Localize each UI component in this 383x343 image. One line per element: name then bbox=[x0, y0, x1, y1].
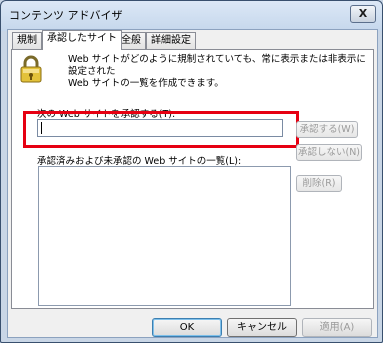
description-line-2: Web サイトの一覧を作成できます。 bbox=[68, 78, 224, 89]
red-highlight-box bbox=[23, 111, 299, 148]
title-bar[interactable]: コンテンツ アドバイザ X bbox=[1, 1, 382, 27]
delete-button[interactable]: 削除(R) bbox=[296, 175, 342, 192]
approved-sites-panel: Web サイトがどのように規制されていても、常に表示または非表示に設定された W… bbox=[11, 49, 374, 309]
tab-advanced[interactable]: 詳細設定 bbox=[146, 32, 196, 49]
ok-button[interactable]: OK bbox=[152, 318, 222, 337]
apply-button[interactable]: 適用(A) bbox=[302, 318, 372, 337]
dialog-client: 規制 承認したサイト 全般 詳細設定 Web サイトがどのように規制されていても… bbox=[7, 29, 378, 338]
window-title: コンテンツ アドバイザ bbox=[9, 9, 123, 22]
site-list-label: 承認済みおよび未承認の Web サイトの一覧(L): bbox=[37, 156, 242, 167]
approve-button[interactable]: 承認する(W) bbox=[296, 121, 358, 138]
content-advisor-window: コンテンツ アドバイザ X 規制 承認したサイト 全般 詳細設定 Web サイト… bbox=[0, 0, 383, 343]
lock-icon bbox=[20, 55, 42, 83]
disapprove-button[interactable]: 承認しない(N) bbox=[296, 144, 362, 161]
description-line-1: Web サイトがどのように規制されていても、常に表示または非表示に設定された bbox=[68, 54, 366, 77]
panel-description: Web サイトがどのように規制されていても、常に表示または非表示に設定された W… bbox=[68, 54, 368, 90]
tab-ratings[interactable]: 規制 bbox=[12, 32, 42, 49]
website-list[interactable] bbox=[38, 166, 291, 306]
cancel-button[interactable]: キャンセル bbox=[227, 318, 297, 337]
close-button[interactable]: X bbox=[350, 5, 376, 23]
tab-approved-sites[interactable]: 承認したサイト bbox=[42, 30, 122, 50]
